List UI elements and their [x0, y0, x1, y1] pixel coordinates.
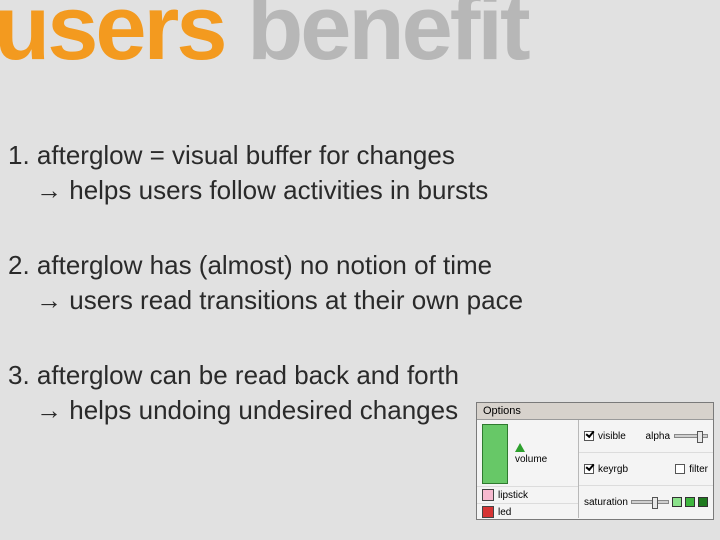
title-word-1: users — [0, 0, 225, 79]
options-panel: Options volume lipstick led visibl — [476, 402, 714, 520]
bullet-2-line2: users read transitions at their own pace — [69, 285, 523, 315]
saturation-slider[interactable] — [631, 500, 669, 504]
bullet-2: 2. afterglow has (almost) no notion of t… — [8, 248, 690, 318]
arrow-icon: → — [36, 395, 62, 425]
lipstick-row: lipstick — [477, 487, 578, 504]
bullet-1-line2: helps users follow activities in bursts — [69, 175, 488, 205]
panel-left-column: volume lipstick led — [477, 420, 579, 518]
arrow-up-icon — [515, 443, 525, 452]
filter-checkbox[interactable] — [675, 464, 685, 474]
keyrgb-label: keyrgb — [598, 464, 628, 475]
bullet-3-line2: helps undoing undesired changes — [69, 395, 458, 425]
visible-row: visible alpha — [579, 420, 713, 453]
arrow-icon: → — [36, 285, 62, 315]
led-label: led — [498, 507, 511, 518]
alpha-label: alpha — [646, 431, 670, 442]
keyrgb-checkbox[interactable] — [584, 464, 594, 474]
saturation-label: saturation — [584, 497, 628, 508]
sat-swatch-1-icon — [672, 497, 682, 507]
bullet-1-line1: afterglow = visual buffer for changes — [37, 140, 455, 170]
volume-bar-icon — [482, 424, 508, 484]
filter-label: filter — [689, 464, 708, 475]
lipstick-label: lipstick — [498, 490, 528, 501]
led-row: led — [477, 504, 578, 520]
bullet-2-line1: afterglow has (almost) no notion of time — [37, 250, 492, 280]
volume-label: volume — [515, 454, 547, 465]
alpha-slider[interactable] — [674, 434, 708, 438]
bullet-3-num: 3. — [8, 360, 30, 390]
visible-checkbox[interactable] — [584, 431, 594, 441]
arrow-icon: → — [36, 175, 62, 205]
panel-right-column: visible alpha keyrgb filter saturation — [579, 420, 713, 518]
keyrgb-row: keyrgb filter — [579, 453, 713, 486]
panel-title: Options — [477, 403, 713, 420]
bullet-1-num: 1. — [8, 140, 30, 170]
swatch-pink-icon — [482, 489, 494, 501]
sat-swatch-2-icon — [685, 497, 695, 507]
slide-title: users benefit — [0, 0, 528, 74]
bullet-3-line1: afterglow can be read back and forth — [37, 360, 459, 390]
visible-label: visible — [598, 431, 626, 442]
swatch-red-icon — [482, 506, 494, 518]
bullet-1: 1. afterglow = visual buffer for changes… — [8, 138, 690, 208]
saturation-row: saturation — [579, 486, 713, 518]
volume-row: volume — [477, 420, 578, 487]
bullet-2-num: 2. — [8, 250, 30, 280]
sat-swatch-3-icon — [698, 497, 708, 507]
title-word-2: benefit — [247, 0, 528, 79]
